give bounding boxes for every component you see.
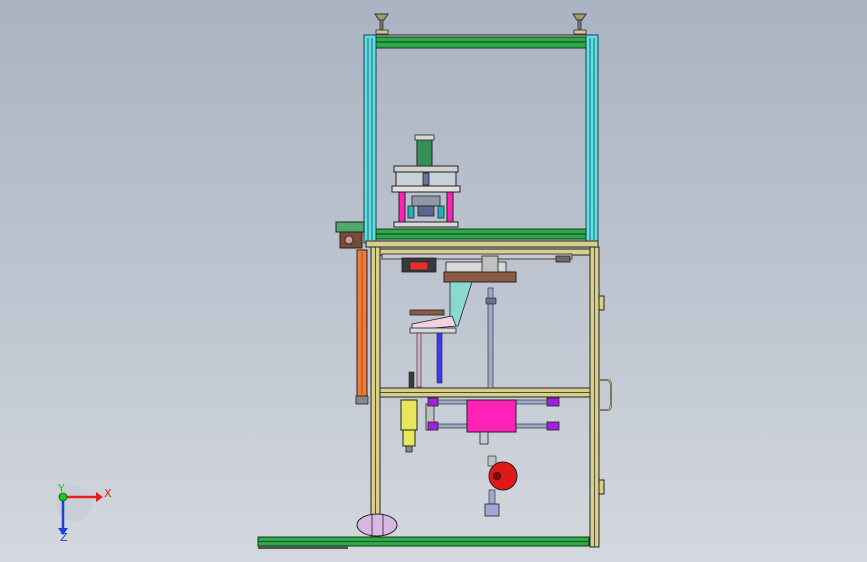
door-hinge-lower (598, 479, 605, 495)
coordinate-triad: X Y Z (56, 482, 112, 544)
lower-frame (370, 246, 600, 548)
x-axis-label: X (104, 487, 112, 500)
feeder-slide (409, 309, 457, 334)
y-axis-label: Y (57, 482, 65, 495)
base-rail (257, 536, 590, 549)
leveling-foot-right (572, 13, 587, 35)
door-hinge-upper (598, 295, 605, 311)
press-assembly (391, 134, 461, 228)
yellow-cylinder (400, 399, 418, 453)
magenta-slider (425, 397, 560, 445)
leveling-foot-left (374, 13, 389, 35)
red-motor (484, 455, 518, 517)
caster-wheel (356, 513, 398, 537)
orange-cylinder (355, 249, 369, 405)
z-axis-label: Z (60, 531, 68, 544)
cad-viewport[interactable]: X Y Z (0, 0, 867, 562)
table-top-plate (365, 240, 599, 248)
side-motor-box (335, 221, 365, 249)
door-handle[interactable] (600, 379, 612, 411)
